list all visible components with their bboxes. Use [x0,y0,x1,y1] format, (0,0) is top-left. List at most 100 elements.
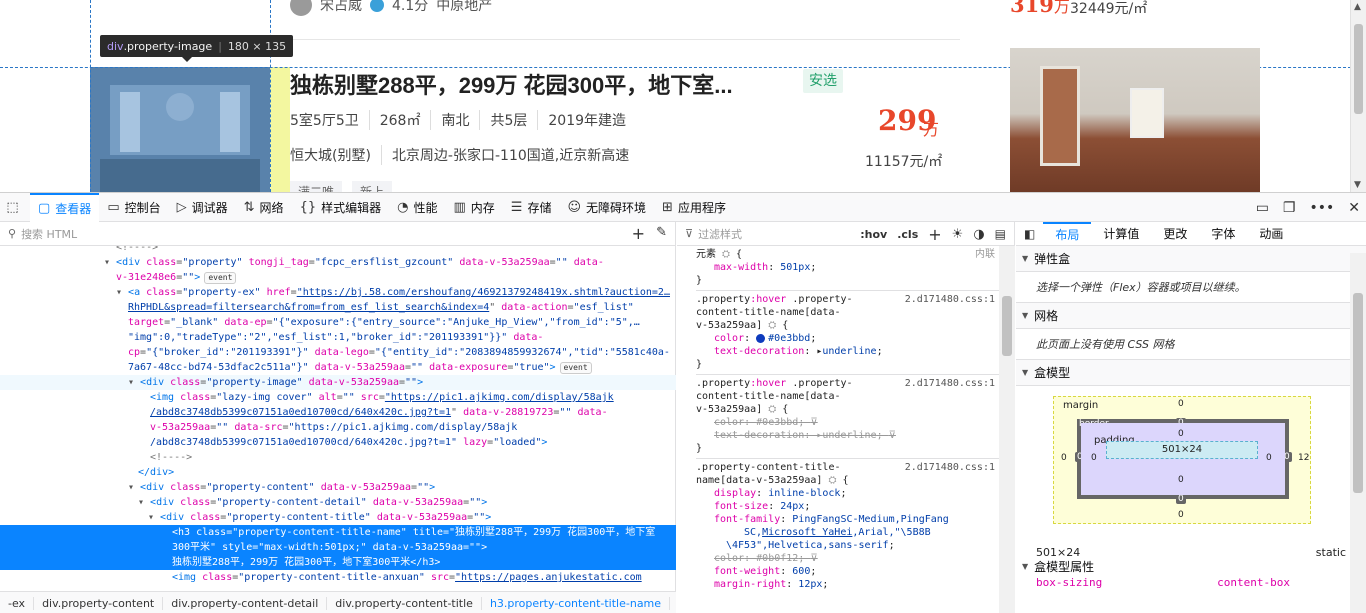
tree-node[interactable]: ▾ <div class="property-content-detail" d… [0,495,676,510]
tree-node[interactable]: /abd8c3748db5399c07151a0ed10700cd/640x42… [0,435,676,450]
breadcrumb-item[interactable]: div.property-content [34,596,164,610]
tree-node[interactable]: ▾ <div class="property" tongji_tag="fcpc… [0,255,676,270]
html-search-bar[interactable]: ⚲ 搜索 HTML + ✎ [0,222,675,246]
tab-console[interactable]: ▭ 控制台 [99,193,168,222]
attr-year: 2019年建造 [537,110,636,130]
add-node-icon[interactable]: + [632,224,645,243]
padding-bottom-value[interactable]: 0 [1178,475,1184,485]
tree-node[interactable]: RhPHDL&spread=filtersearch&from=from_esf… [0,300,676,315]
responsive-design-icon[interactable]: ▭ [1256,200,1269,216]
breadcrumb-item[interactable]: -ex [0,596,35,610]
tree-node[interactable]: ▾ <a class="property-ex" href="https://b… [0,285,676,300]
tree-node[interactable]: target="_blank" data-ep="{"exposure":{"e… [0,315,676,330]
boxmodel-section-header[interactable]: ▼ 盒模型 [1016,360,1366,386]
tab-style-editor[interactable]: {} 样式编辑器 [292,193,390,222]
tree-node[interactable]: <!----> [0,450,676,465]
sidebar-scrollbar[interactable] [1350,253,1366,613]
tree-node-selected[interactable]: <h3 class="property-content-title-name" … [0,525,676,570]
tab-memory[interactable]: ▥ 内存 [445,193,502,222]
more-options-icon[interactable]: ••• [1309,200,1334,216]
agent-row[interactable]: 宋占威 4.1分 中原地产 [290,0,492,17]
css-rule-hover[interactable]: .property:hover .property- 2.d171480.css… [696,291,999,375]
toggle-pane-icon[interactable]: ◧ [1016,227,1043,241]
margin-top-value[interactable]: 0 [1178,399,1184,409]
next-listing-image[interactable] [1010,48,1260,192]
page-scrollbar[interactable]: ▲ ▼ [1350,0,1366,192]
add-rule-icon[interactable]: + [928,225,941,244]
verified-icon [370,0,384,12]
tab-inspector[interactable]: ▢ 查看器 [30,192,100,222]
rules-scrollbar[interactable] [999,246,1015,613]
agent-avatar[interactable] [290,0,312,16]
hov-toggle[interactable]: :hov [860,228,887,241]
breadcrumb-item[interactable]: div.property-content-title [327,596,482,610]
box-model-content[interactable]: 501×24 [1106,441,1258,459]
tree-node[interactable]: 7a67-48cc-bd74-53dfac2c511a"}" data-v-53… [0,360,676,375]
scroll-thumb[interactable] [1354,24,1363,114]
margin-label: margin [1063,400,1099,411]
agent-name[interactable]: 宋占威 [320,0,362,15]
tree-node[interactable]: <!----> [0,246,676,255]
boxmodel-props-header[interactable]: ▼ 盒模型属性 [1016,556,1366,576]
rules-filter-input[interactable]: 过滤样式 [698,226,742,242]
tree-node[interactable]: <img class="property-content-title-anxua… [0,570,676,585]
border-bottom-value[interactable]: 0 [1176,494,1186,504]
community-name[interactable]: 恒大城(别墅) [290,145,382,165]
tree-node[interactable]: ▾ <div class="property-content" data-v-5… [0,480,676,495]
breadcrumb-scroll-right-icon[interactable]: ❯ [670,597,676,610]
tab-storage[interactable]: ☰ 存储 [503,193,560,222]
breadcrumb-item[interactable]: div.property-content-detail [163,596,328,610]
eyedropper-icon[interactable]: ✎ [656,225,667,240]
print-media-icon[interactable]: ▤ [995,227,1006,241]
flexbox-section-header[interactable]: ▼ 弹性盒 [1016,246,1366,272]
tab-application[interactable]: ⊞ 应用程序 [654,193,734,222]
light-theme-icon[interactable]: ☀ [952,227,964,242]
grid-section-header[interactable]: ▼ 网格 [1016,303,1366,329]
prop-name: box-sizing [1036,576,1103,589]
padding-top-value[interactable]: 0 [1178,429,1184,439]
tab-network[interactable]: ⇅ 网络 [236,193,292,222]
scroll-down-icon[interactable]: ▼ [1354,180,1361,190]
tree-node[interactable]: ▾ <div class="property-content-title" da… [0,510,676,525]
element-picker-button[interactable]: ⬚ [0,193,30,222]
tab-accessibility[interactable]: ☺ 无障碍环境 [559,193,654,222]
listing-image[interactable] [90,67,270,192]
tab-computed[interactable]: 计算值 [1091,222,1151,246]
scroll-up-icon[interactable]: ▲ [1354,2,1361,12]
margin-bottom-value[interactable]: 0 [1178,510,1184,520]
tree-node[interactable]: /abd8c3748db5399c07151a0ed10700cd/640x42… [0,405,676,420]
tree-node[interactable]: "img":0,"tradeType":"2","esf_list":1,"br… [0,330,676,345]
tree-node[interactable]: v-53a259aa="" data-src="https://pic1.ajk… [0,420,676,435]
tag-item: 新上 [352,181,393,192]
dark-theme-icon[interactable]: ◑ [973,227,984,242]
css-rule-hover-overridden[interactable]: .property:hover .property- 2.d171480.css… [696,375,999,459]
tree-node-hovered[interactable]: ▾ <div class="property-image" data-v-53a… [0,375,676,390]
rules-scroll-thumb[interactable] [1002,296,1012,356]
tree-node[interactable]: </div> [0,465,676,480]
close-icon[interactable]: ✕ [1348,200,1360,216]
css-rule-title-name[interactable]: .property-content-title- 2.d171480.css:1… [696,459,999,594]
prop-value[interactable]: content-box [1217,576,1290,589]
dock-icon[interactable]: ❐ [1283,200,1296,216]
margin-left-value[interactable]: 0 [1061,453,1067,463]
margin-right-value[interactable]: 12 [1298,453,1309,463]
css-rule-element[interactable]: 元素 ⛭ { 内联 max-width: 501px; } [696,246,999,291]
breadcrumb-item-current[interactable]: h3.property-content-title-name [482,596,671,610]
tree-node[interactable]: cp="{"broker_id":"201193391"}" data-lego… [0,345,676,360]
tab-animations[interactable]: 动画 [1247,222,1295,246]
rules-filter-bar[interactable]: ⊽ 过滤样式 :hov .cls + ☀ ◑ ▤ [677,222,1014,246]
tab-performance[interactable]: ◔ 性能 [389,193,445,222]
tree-node[interactable]: <img class="lazy-img cover" alt="" src="… [0,390,676,405]
tree-node[interactable]: v-31e248e6=""> event [0,270,676,285]
padding-right-value[interactable]: 0 [1266,453,1272,463]
listing-title[interactable]: 独栋别墅288平，299万 花园300平，地下室... [290,68,733,100]
padding-left-value[interactable]: 0 [1091,453,1097,463]
html-tree[interactable]: <!----> ▾ <div class="property" tongji_t… [0,246,676,591]
tab-changes[interactable]: 更改 [1151,222,1199,246]
tab-debugger[interactable]: ▷ 调试器 [169,193,236,222]
tab-fonts[interactable]: 字体 [1199,222,1247,246]
html-search-input[interactable]: 搜索 HTML [21,226,77,242]
cls-toggle[interactable]: .cls [897,228,918,241]
tab-layout[interactable]: 布局 [1043,221,1092,246]
sidebar-scroll-thumb[interactable] [1353,293,1363,493]
